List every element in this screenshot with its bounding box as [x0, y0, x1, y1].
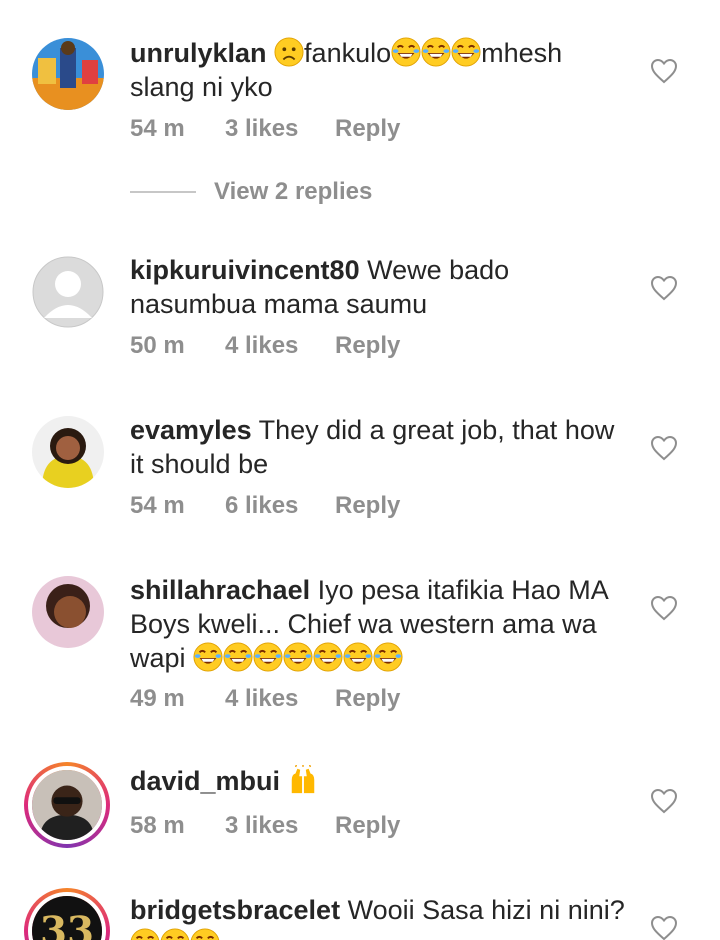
- reply-button[interactable]: Reply: [335, 685, 400, 713]
- avatar-with-story-ring[interactable]: [24, 762, 110, 848]
- tears-of-joy-emoji: [223, 642, 253, 672]
- comment-meta: 58 m 3 likes Reply: [130, 812, 400, 840]
- likes-count[interactable]: 4 likes: [225, 332, 335, 360]
- tears-of-joy-emoji: [130, 928, 160, 940]
- heart-icon[interactable]: [650, 435, 678, 461]
- heart-icon[interactable]: [650, 275, 678, 301]
- username[interactable]: evamyles: [130, 415, 252, 445]
- timestamp: 50 m: [130, 332, 185, 359]
- reply-button[interactable]: Reply: [335, 492, 400, 520]
- view-replies[interactable]: View 2 replies: [130, 178, 372, 206]
- timestamp: 58 m: [130, 812, 185, 839]
- tears-of-joy-emoji: [190, 928, 220, 940]
- comment-text: kipkuruivincent80 Wewe bado nasumbua mam…: [130, 253, 630, 321]
- svg-text:33: 33: [40, 909, 94, 940]
- username[interactable]: kipkuruivincent80: [130, 255, 360, 285]
- comment-text: unrulyklan fankulo mhesh slang ni yko: [130, 36, 630, 104]
- comment-meta: 54 m 6 likes Reply: [130, 492, 400, 520]
- tears-of-joy-emoji: [160, 928, 190, 940]
- heart-icon[interactable]: [650, 595, 678, 621]
- comment-meta: 50 m 4 likes Reply: [130, 332, 400, 360]
- reply-button[interactable]: Reply: [335, 812, 400, 840]
- avatar[interactable]: [32, 256, 104, 328]
- comment-meta: 49 m 4 likes Reply: [130, 685, 400, 713]
- tears-of-joy-emoji: [421, 37, 451, 67]
- heart-icon[interactable]: [650, 788, 678, 814]
- likes-count[interactable]: 3 likes: [225, 812, 335, 840]
- reply-button[interactable]: Reply: [335, 332, 400, 360]
- username[interactable]: david_mbui: [130, 766, 280, 796]
- frowning-face-emoji: [274, 37, 304, 67]
- heart-icon[interactable]: [650, 58, 678, 84]
- likes-count[interactable]: 3 likes: [225, 115, 335, 143]
- tears-of-joy-emoji: [373, 642, 403, 672]
- username[interactable]: bridgetsbracelet: [130, 895, 340, 925]
- comment-text: david_mbui: [130, 764, 630, 798]
- tears-of-joy-emoji: [313, 642, 343, 672]
- tears-of-joy-emoji: [343, 642, 373, 672]
- comment-body: fankulo: [304, 38, 392, 68]
- tears-of-joy-emoji: [391, 37, 421, 67]
- timestamp: 49 m: [130, 685, 185, 712]
- avatar[interactable]: [32, 576, 104, 648]
- comment-meta: 54 m 3 likes Reply: [130, 115, 400, 143]
- avatar-with-story-ring[interactable]: 33: [24, 888, 110, 940]
- username[interactable]: shillahrachael: [130, 575, 310, 605]
- view-replies-label[interactable]: View 2 replies: [214, 178, 372, 206]
- reply-button[interactable]: Reply: [335, 115, 400, 143]
- comment-body: Wooii Sasa hizi ni nini?: [347, 895, 625, 925]
- avatar[interactable]: [32, 416, 104, 488]
- comment-text: shillahrachael Iyo pesa itafikia Hao MA …: [130, 573, 630, 675]
- timestamp: 54 m: [130, 492, 185, 519]
- username[interactable]: unrulyklan: [130, 38, 267, 68]
- tears-of-joy-emoji: [451, 37, 481, 67]
- comment-text: bridgetsbracelet Wooii Sasa hizi ni nini…: [130, 893, 630, 940]
- tears-of-joy-emoji: [253, 642, 283, 672]
- tears-of-joy-emoji: [283, 642, 313, 672]
- comment-text: evamyles They did a great job, that how …: [130, 413, 630, 481]
- raising-hands-emoji: [288, 765, 318, 795]
- likes-count[interactable]: 6 likes: [225, 492, 335, 520]
- heart-icon[interactable]: [650, 915, 678, 940]
- likes-count[interactable]: 4 likes: [225, 685, 335, 713]
- timestamp: 54 m: [130, 115, 185, 142]
- divider: [130, 191, 196, 193]
- avatar[interactable]: [32, 38, 104, 110]
- tears-of-joy-emoji: [193, 642, 223, 672]
